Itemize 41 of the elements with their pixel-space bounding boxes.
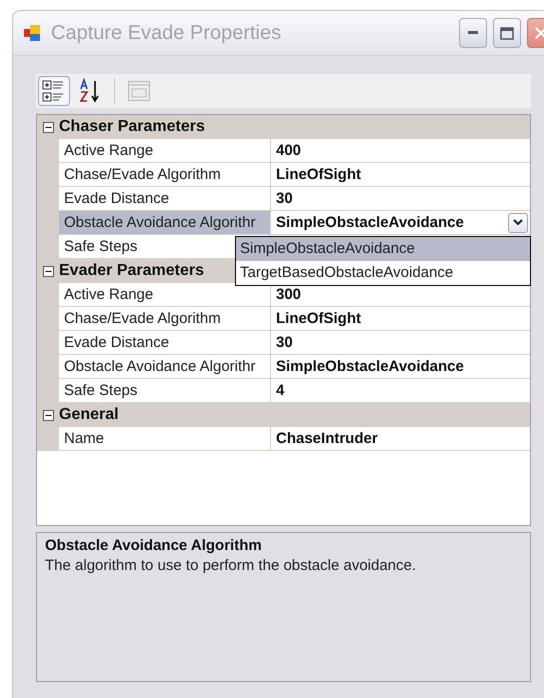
close-icon — [534, 25, 544, 41]
dropdown-option[interactable]: TargetBasedObstacleAvoidance — [236, 261, 530, 285]
minimize-button[interactable] — [459, 18, 487, 48]
property-value[interactable]: 4 — [276, 382, 284, 399]
property-pages-icon — [127, 80, 151, 102]
property-name[interactable]: Chase/Evade Algorithm — [59, 307, 271, 331]
property-value[interactable]: LineOfSight — [276, 310, 361, 327]
property-name[interactable]: Evade Distance — [59, 331, 271, 355]
category-title: Evader Parameters — [59, 262, 204, 280]
property-value[interactable]: 400 — [276, 142, 302, 159]
row-margin — [37, 427, 59, 451]
collapse-icon[interactable] — [42, 266, 54, 276]
dropdown-button[interactable] — [508, 212, 528, 232]
chevron-down-icon — [513, 219, 523, 226]
property-name[interactable]: Name — [59, 427, 271, 451]
dropdown-option[interactable]: SimpleObstacleAvoidance — [236, 237, 530, 261]
description-text: The algorithm to use to perform the obstacle avoidance. — [45, 557, 418, 574]
category-title: Chaser Parameters — [59, 118, 205, 136]
property-name[interactable]: Chase/Evade Algorithm — [59, 163, 271, 187]
category-row[interactable]: Chaser Parameters — [37, 115, 530, 139]
maximize-icon — [500, 26, 514, 40]
description-title: Obstacle Avoidance Algorithm — [45, 537, 263, 554]
categorized-button[interactable] — [38, 76, 70, 106]
property-value[interactable]: SimpleObstacleAvoidance — [276, 214, 464, 231]
property-value[interactable]: 30 — [276, 334, 293, 351]
property-name[interactable]: Active Range — [59, 139, 271, 163]
app-icon — [23, 23, 43, 43]
window-title: Capture Evade Properties — [51, 22, 282, 44]
property-value[interactable]: ChaseIntruder — [276, 430, 378, 447]
category-row[interactable]: General — [37, 403, 530, 427]
minimize-icon — [468, 31, 478, 35]
collapse-icon[interactable] — [42, 122, 54, 132]
property-value[interactable]: LineOfSight — [276, 166, 361, 183]
property-name[interactable]: Obstacle Avoidance Algorithr — [59, 355, 271, 379]
category-title: General — [59, 406, 119, 424]
maximize-button[interactable] — [493, 18, 521, 48]
property-value[interactable]: 300 — [276, 286, 302, 303]
property-value[interactable]: 30 — [276, 190, 293, 207]
property-name[interactable]: Obstacle Avoidance Algorithr — [59, 211, 271, 235]
collapse-icon[interactable] — [42, 410, 54, 420]
property-value[interactable]: SimpleObstacleAvoidance — [276, 358, 464, 375]
